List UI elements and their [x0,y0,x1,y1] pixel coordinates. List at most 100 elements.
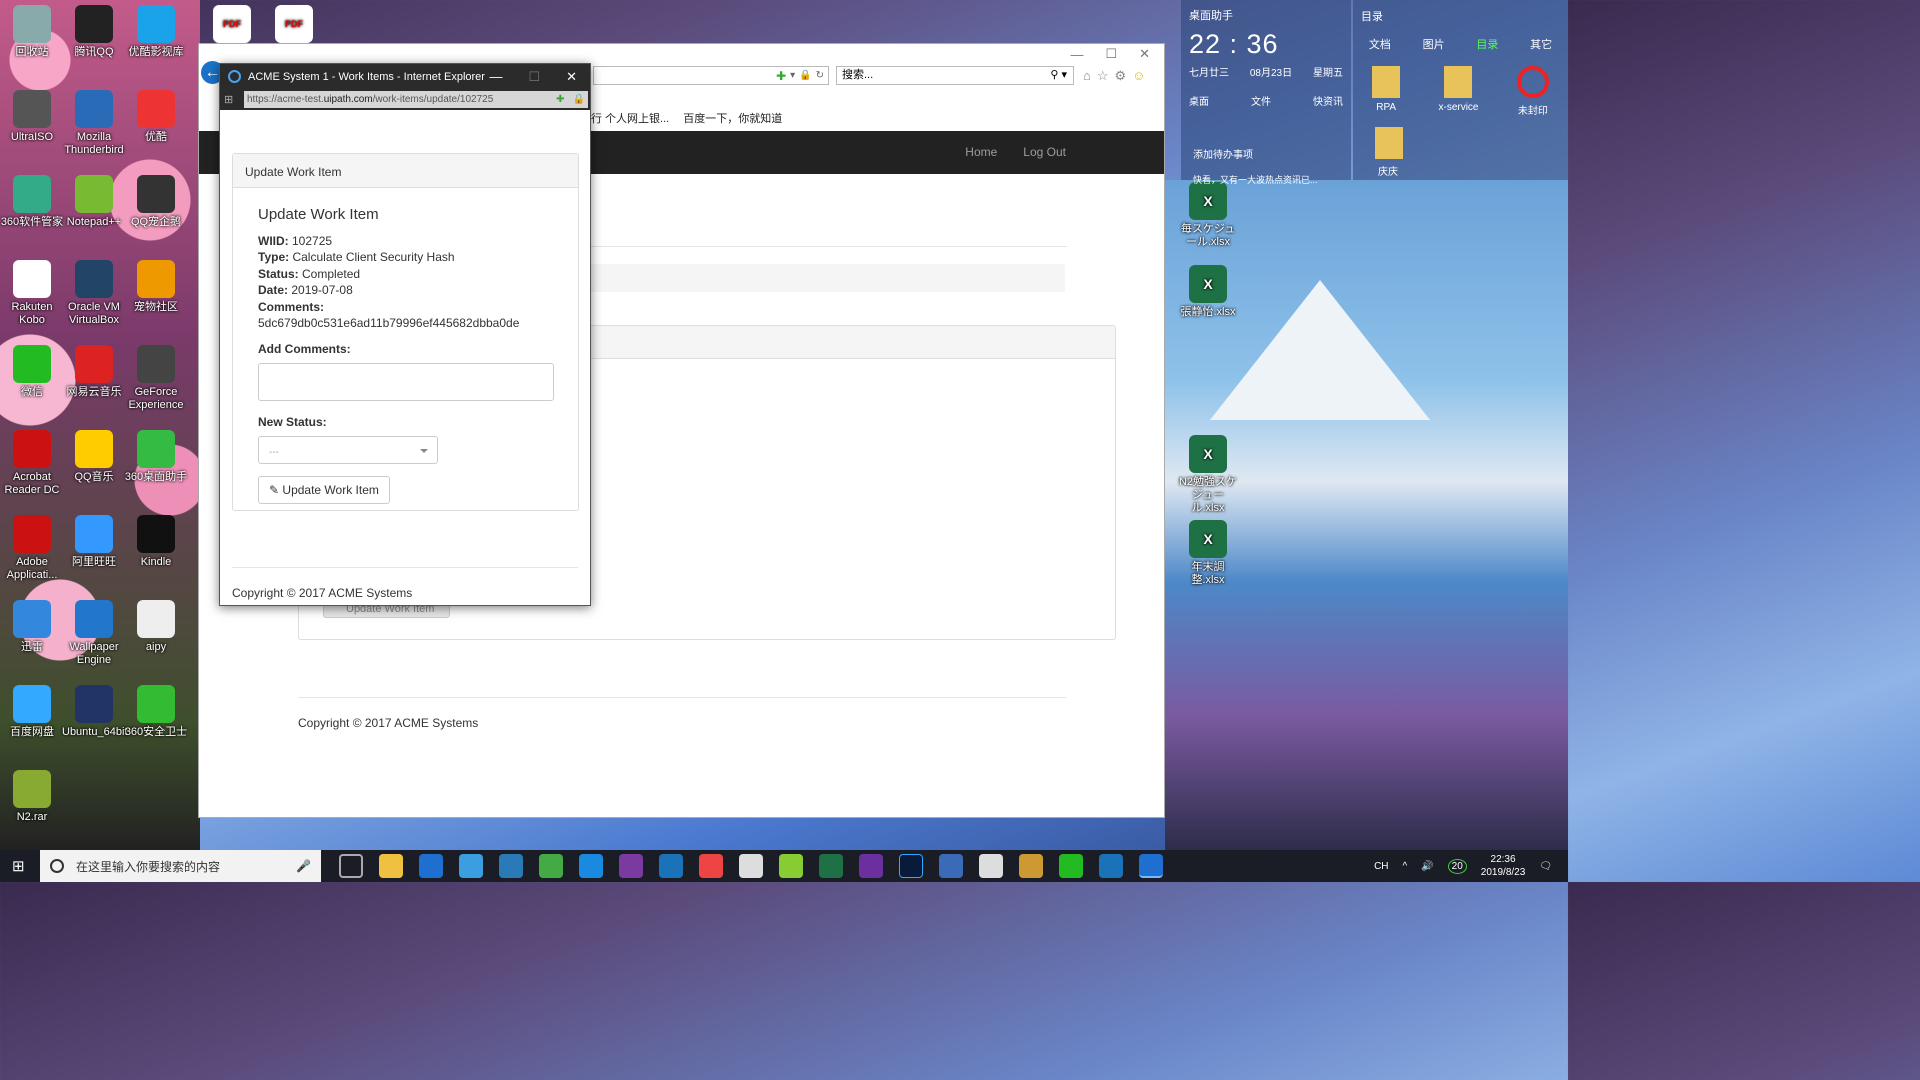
xlsx-file[interactable]: X 張静怡.xlsx [1176,265,1240,319]
desktop-shortcut[interactable]: GeForce Experience [124,345,188,412]
address-bar[interactable]: ✚ ▾ 🔒 ↻ [593,66,829,85]
visual-studio-icon[interactable] [859,854,883,878]
desktop-shortcut[interactable]: 腾讯QQ [62,5,126,59]
uipath-icon[interactable] [659,854,683,878]
desktop-shortcut[interactable]: Oracle VM VirtualBox [62,260,126,327]
desktop-shortcut[interactable]: Mozilla Thunderbird [62,90,126,157]
desktop-shortcut[interactable]: Acrobat Reader DC [0,430,64,497]
microphone-icon[interactable]: 🎤 [296,859,311,873]
photoshop-icon[interactable] [899,854,923,878]
taskbar-clock[interactable]: 22:36 2019/8/23 [1481,853,1526,879]
add-comments-input[interactable] [258,363,554,401]
taskbar-search[interactable]: 在这里输入你要搜索的内容 🎤 [40,850,321,882]
app-icon[interactable] [939,854,963,878]
desktop-shortcut[interactable]: N2.rar [0,770,64,824]
app-icon[interactable] [499,854,523,878]
notification-icon[interactable]: 🗨 [1539,861,1552,872]
close-icon[interactable]: ✕ [1139,46,1150,62]
excel-icon[interactable] [819,854,843,878]
volume-icon[interactable]: 🔊 [1421,861,1433,872]
widget-action-files[interactable]: 文件 [1251,93,1271,108]
desktop-shortcut[interactable]: 360安全卫士 [124,685,188,739]
close-icon[interactable]: ✕ [566,69,577,85]
app-icon[interactable] [979,854,1003,878]
news-ticker[interactable]: 快看，又有一大波热点资讯已... [1181,161,1351,186]
desktop-shortcut[interactable]: 回收站 [0,5,64,59]
search-icon[interactable]: ⚲ ▾ [1050,67,1067,84]
tab-directory[interactable]: 目录 [1476,36,1498,52]
tray-badge[interactable]: 20 [1447,858,1467,874]
desktop-shortcut[interactable]: QQ音乐 [62,430,126,484]
desktop-shortcut[interactable]: Notepad++ [62,175,126,229]
maximize-icon[interactable]: ☐ [1105,46,1117,62]
compat-icon[interactable]: ✚ [556,94,564,105]
outlook-icon[interactable] [579,854,603,878]
compat-icon[interactable]: ✚ [776,69,786,83]
desktop-shortcut[interactable]: 迅雷 [0,600,64,654]
folder-x-service[interactable]: x-service [1438,66,1479,117]
xlsx-file[interactable]: X 年末調整.xlsx [1176,520,1240,587]
desktop-shortcut[interactable]: 微信 [0,345,64,399]
desktop-shortcut[interactable]: Wallpaper Engine [62,600,126,667]
chevron-up-icon[interactable]: ^ [1403,861,1408,872]
internet-explorer-icon[interactable] [1139,854,1163,878]
minimize-icon[interactable]: — [489,69,502,85]
widget-action-news[interactable]: 快资讯 [1313,93,1343,108]
smiley-icon[interactable]: ☺ [1132,68,1145,84]
widget-action-desktop[interactable]: 桌面 [1189,93,1209,108]
qq-music-icon[interactable] [779,854,803,878]
desktop-shortcut[interactable]: Kindle [124,515,188,569]
tab-other[interactable]: 其它 [1530,36,1552,52]
home-icon[interactable]: ⌂ [1083,68,1091,84]
search-input[interactable]: 搜索... ⚲ ▾ [836,66,1074,85]
desktop-shortcut[interactable]: 优酷影视库 [124,5,188,59]
desktop-shortcut[interactable]: Adobe Applicati... [0,515,64,582]
settings-gear-icon[interactable]: ⚙ [1115,68,1127,84]
git-icon[interactable] [1019,854,1043,878]
edge-icon[interactable] [419,854,443,878]
chrome-icon[interactable] [699,854,723,878]
tab-documents[interactable]: 文档 [1369,36,1391,52]
popup-address-bar[interactable]: https://acme-test. uipath.com/work-items/… [244,91,588,108]
desktop-shortcut[interactable]: QQ宠企鹅 [124,175,188,229]
desktop-shortcut[interactable]: 宠物社区 [124,260,188,314]
desktop-shortcut[interactable]: 360桌面助手 [124,430,188,484]
update-work-item-button[interactable]: ✎ Update Work Item [258,475,390,504]
desktop-shortcut[interactable]: Rakuten Kobo [0,260,64,327]
desktop-shortcut[interactable]: 百度网盘 [0,685,64,739]
android-icon[interactable] [539,854,563,878]
desktop-shortcut[interactable]: UltraISO [0,90,64,144]
pdf-file-icon[interactable]: PDF [262,5,326,46]
refresh-icon[interactable]: ↻ [816,70,824,81]
add-todo-link[interactable]: 添加待办事项 [1181,108,1351,161]
folder-sealed[interactable]: 未封印 [1516,66,1549,117]
desktop-shortcut[interactable]: 网易云音乐 [62,345,126,399]
ime-indicator[interactable]: CH [1374,861,1388,872]
desktop-shortcut[interactable]: 阿里旺旺 [62,515,126,569]
folder-qingqing[interactable]: 庆庆 [1375,127,1403,178]
favorites-star-icon[interactable]: ☆ [1097,68,1109,84]
windows-start-icon[interactable]: ⊞ [12,857,25,875]
nav-home[interactable]: Home [965,145,997,159]
favorite-baidu[interactable]: 百度一下，你就知道 [683,110,782,126]
favorite-bank[interactable]: 行 个人网上银... [591,110,669,126]
xlsx-file[interactable]: X N2勉強スケジュール.xlsx [1176,435,1240,515]
new-status-select[interactable]: --- [258,435,438,464]
minimize-icon[interactable]: — [1070,47,1083,62]
tab-images[interactable]: 图片 [1423,36,1445,52]
onenote-icon[interactable] [619,854,643,878]
dropdown-icon[interactable]: ▾ [790,70,795,81]
desktop-shortcut[interactable]: aipy [124,600,188,654]
desktop-shortcut[interactable]: 360软件管家 [0,175,64,229]
xlsx-file[interactable]: X 毎スケジュール.xlsx [1176,182,1240,249]
feishu-icon[interactable] [459,854,483,878]
folder-rpa[interactable]: RPA [1372,66,1401,117]
mail-icon[interactable] [739,854,763,878]
desktop-shortcut[interactable]: 优酷 [124,90,188,144]
task-view-icon[interactable] [339,854,363,878]
desktop-shortcut[interactable]: Ubuntu_64bit [62,685,127,739]
nav-logout[interactable]: Log Out [1023,145,1066,159]
pdf-file-icon[interactable]: PDF [200,5,264,46]
wechat-icon[interactable] [1059,854,1083,878]
file-explorer-icon[interactable] [379,854,403,878]
